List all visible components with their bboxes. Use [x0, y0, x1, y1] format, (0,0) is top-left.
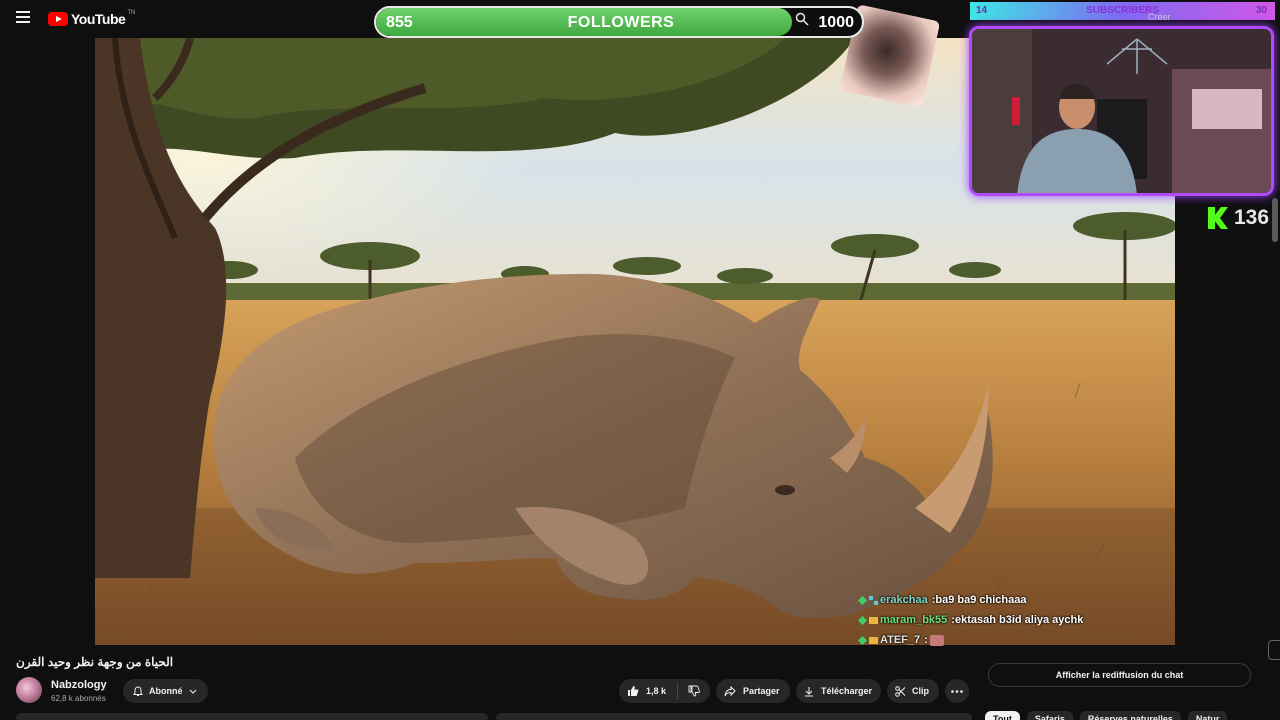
chat-username: maram_bk55 — [880, 614, 948, 626]
youtube-play-icon — [48, 12, 68, 26]
comment-box-placeholder[interactable] — [16, 713, 488, 720]
crown-badge-icon — [869, 616, 878, 624]
download-icon — [805, 686, 813, 696]
crown-badge-icon — [869, 636, 878, 644]
kick-counter: 136 — [1208, 206, 1269, 230]
subscribers-goal: 30 — [1255, 5, 1267, 16]
followers-goal: 1000 — [818, 14, 854, 31]
chip-nature[interactable]: Natur — [1187, 711, 1228, 720]
chat-text: ba9 ba9 chichaaa — [935, 594, 1027, 606]
subscribed-button[interactable]: Abonné — [123, 679, 208, 703]
kick-logo-icon — [1208, 207, 1228, 229]
chat-separator: : — [924, 634, 928, 646]
like-dislike-group: 1,8 k — [619, 679, 710, 703]
subscribers-label: SUBSCRIBERS — [1086, 5, 1159, 16]
youtube-logo[interactable]: YouTube TN — [48, 10, 136, 27]
description-box-placeholder[interactable] — [496, 713, 972, 720]
panel-toggle-arrow[interactable] — [1268, 640, 1280, 660]
diamond-badge-icon — [858, 635, 867, 645]
chat-username: ATEF_7 — [880, 634, 921, 646]
chat-overlay: erakchaa : ba9 ba9 chichaaa maram_bk55 :… — [858, 590, 1178, 650]
more-horizontal-icon — [951, 689, 963, 693]
chat-text: ektasah b3id aliya aychk — [954, 614, 1084, 626]
clip-label: Clip — [912, 686, 929, 696]
diamond-badge-icon — [858, 595, 867, 605]
youtube-logo-tm: TN — [127, 10, 136, 16]
like-button[interactable]: 1,8 k — [619, 679, 677, 703]
webcam-streamer-image — [972, 29, 1271, 193]
clip-button[interactable]: Clip — [887, 679, 939, 703]
chat-message: erakchaa : ba9 ba9 chichaaa — [858, 590, 1178, 610]
chevron-down-icon — [189, 689, 196, 694]
more-actions-button[interactable] — [945, 679, 969, 703]
thumbs-up-icon — [628, 686, 639, 696]
chip-nature-reserves[interactable]: Réserves naturelles — [1079, 711, 1181, 720]
channel-name[interactable]: Nabzology — [51, 679, 107, 691]
bell-icon — [133, 685, 143, 696]
dislike-button[interactable] — [678, 679, 710, 703]
search-icon[interactable] — [795, 12, 809, 26]
related-filter-chips: Tout Safaris Réserves naturelles Natur — [985, 711, 1234, 720]
followers-goal-bar: 855 FOLLOWERS 1000 — [374, 6, 864, 38]
download-button[interactable]: Télécharger — [796, 679, 881, 703]
scrollbar-thumb[interactable] — [1272, 198, 1278, 242]
download-label: Télécharger — [821, 686, 873, 696]
webcam-overlay — [969, 26, 1274, 196]
show-chat-replay-button[interactable]: Afficher la rediffusion du chat — [988, 663, 1251, 687]
subscribers-goal-bar: 14 SUBSCRIBERS 30 — [970, 2, 1275, 20]
subscribed-label: Abonné — [149, 686, 183, 696]
chip-all[interactable]: Tout — [985, 711, 1020, 720]
channel-subscriber-count: 62,8 k abonnés — [51, 694, 106, 703]
chat-message: maram_bk55 : ektasah b3id aliya aychk — [858, 610, 1178, 630]
menu-icon[interactable] — [16, 11, 30, 23]
youtube-watch-page: YouTube TN 855 FOLLOWERS 1000 14 SUBSCRI… — [0, 0, 1280, 720]
chat-message: ATEF_7 : — [858, 630, 1178, 650]
like-count: 1,8 k — [646, 686, 667, 696]
diamond-badge-icon — [858, 615, 867, 625]
followers-label: FOLLOWERS — [567, 14, 675, 31]
channel-avatar[interactable] — [16, 677, 42, 703]
youtube-logo-text: YouTube — [71, 11, 126, 27]
thumbs-down-icon — [688, 685, 700, 697]
chip-safaris[interactable]: Safaris — [1026, 711, 1073, 720]
emote-icon — [929, 634, 944, 646]
chat-username: erakchaa — [880, 594, 928, 606]
create-button-label[interactable]: Créer — [1148, 12, 1171, 22]
share-icon — [724, 685, 736, 696]
scissors-icon — [895, 685, 906, 697]
video-title: الحياة من وجهة نظر وحيد القرن — [16, 655, 174, 669]
grid-badge-icon — [869, 595, 878, 605]
kick-viewer-count: 136 — [1234, 206, 1270, 229]
share-button[interactable]: Partager — [716, 679, 790, 703]
share-label: Partager — [743, 686, 780, 696]
